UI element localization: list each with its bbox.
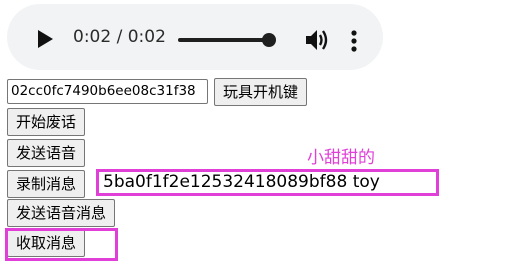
progress-thumb[interactable] — [262, 33, 276, 47]
start-nonsense-button[interactable]: 开始废话 — [7, 108, 86, 136]
volume-icon[interactable] — [304, 28, 330, 52]
send-voice-button[interactable]: 发送语音 — [7, 139, 86, 167]
highlight-text: 5ba0f1f2e12532418089bf88 toy — [103, 172, 380, 192]
progress-track[interactable] — [178, 38, 270, 42]
highlight-box-receive — [5, 228, 118, 261]
record-message-button[interactable]: 录制消息 — [7, 170, 86, 198]
device-id-input[interactable]: 02cc0fc7490b6ee08c31f38 — [7, 79, 208, 104]
time-display: 0:02 / 0:02 — [73, 27, 166, 47]
annotation-label: 小甜甜的 — [307, 148, 375, 168]
more-options-icon[interactable] — [350, 29, 358, 53]
page: 0:02 / 0:02 02cc0fc7490b6ee08c31f38 玩具开机… — [0, 0, 528, 265]
play-icon[interactable] — [35, 28, 55, 50]
highlight-box: 5ba0f1f2e12532418089bf88 toy — [96, 169, 439, 196]
audio-player[interactable]: 0:02 / 0:02 — [7, 4, 383, 70]
send-voice-message-button[interactable]: 发送语音消息 — [7, 199, 116, 227]
toy-power-key-button[interactable]: 玩具开机键 — [214, 78, 308, 106]
